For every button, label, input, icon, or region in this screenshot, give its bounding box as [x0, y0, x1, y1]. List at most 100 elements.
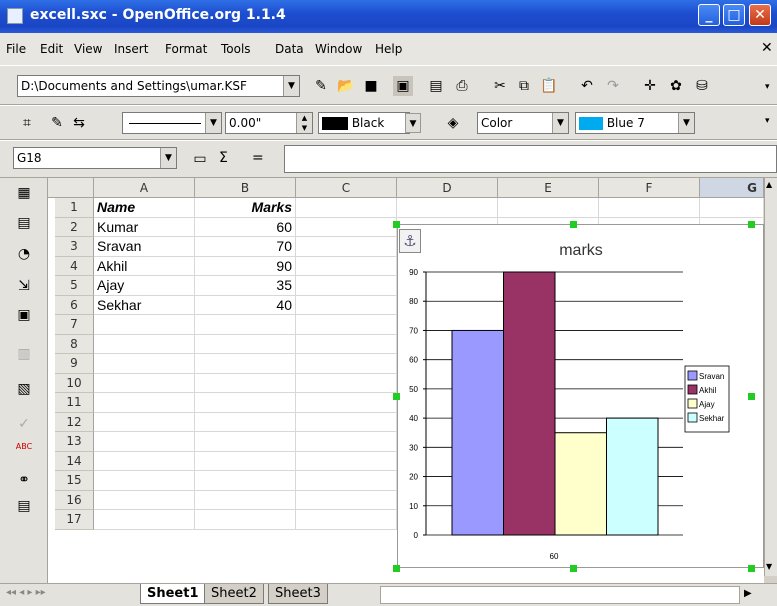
chevron-down-icon[interactable]: ▼: [405, 113, 421, 133]
table-cell[interactable]: [195, 432, 296, 452]
chevron-down-icon[interactable]: ▼: [205, 113, 221, 133]
table-cell[interactable]: [296, 315, 397, 335]
cut-icon[interactable]: ✂: [490, 76, 510, 96]
row-header[interactable]: 11: [55, 393, 94, 413]
resize-handle[interactable]: [393, 565, 400, 572]
vertical-scrollbar[interactable]: ▲ ▼: [764, 178, 777, 576]
table-cell[interactable]: Akhil: [94, 256, 195, 276]
column-header[interactable]: A: [94, 178, 195, 198]
chevron-down-icon[interactable]: ▼: [283, 76, 299, 96]
table-cell[interactable]: [94, 510, 195, 530]
menu-window[interactable]: Window: [315, 42, 362, 56]
print-icon[interactable]: ⎙: [452, 76, 472, 96]
resize-handle[interactable]: [393, 393, 400, 400]
arrow-style-icon[interactable]: ⇆: [69, 113, 89, 133]
data-labels-icon[interactable]: ▣: [14, 307, 34, 327]
column-header[interactable]: B: [195, 178, 296, 198]
sum-icon[interactable]: Σ: [219, 150, 228, 166]
table-cell[interactable]: Sekhar: [94, 295, 195, 315]
chevron-down-icon[interactable]: ▼: [160, 148, 176, 168]
row-header[interactable]: 15: [55, 471, 94, 491]
menu-data[interactable]: Data: [275, 42, 304, 56]
table-cell[interactable]: 40: [195, 295, 296, 315]
axes-icon[interactable]: ⇲: [14, 278, 34, 298]
path-combo[interactable]: D:\Documents and Settings\umar.KSF ▼: [17, 75, 300, 97]
table-cell[interactable]: [296, 256, 397, 276]
scroll-up-icon[interactable]: ▲: [766, 180, 772, 189]
maximize-button[interactable]: □: [723, 4, 745, 26]
row-header[interactable]: 2: [55, 217, 94, 237]
table-cell[interactable]: [195, 471, 296, 491]
row-header[interactable]: 3: [55, 237, 94, 257]
edit-mode-icon[interactable]: ▣: [393, 76, 413, 96]
row-header[interactable]: 16: [55, 490, 94, 510]
line-width-field[interactable]: 0.00" ▲ ▼: [225, 112, 313, 134]
insert-legend-icon[interactable]: ▤: [14, 215, 34, 235]
table-cell[interactable]: [195, 451, 296, 471]
menu-file[interactable]: File: [6, 42, 26, 56]
table-cell[interactable]: [195, 393, 296, 413]
column-header[interactable]: E: [498, 178, 599, 198]
scroll-down-icon[interactable]: ▼: [766, 562, 772, 571]
column-header[interactable]: G: [700, 178, 764, 198]
name-box[interactable]: G18 ▼: [13, 147, 177, 169]
tab-sheet1[interactable]: Sheet1: [140, 584, 206, 604]
horizontal-scrollbar[interactable]: [380, 586, 740, 604]
chart-object[interactable]: marks 0 10 20 30 40 50 60 70 80 90 60 Sravan Akhil Aja…: [397, 224, 764, 568]
table-cell[interactable]: [296, 217, 397, 237]
column-header[interactable]: F: [599, 178, 700, 198]
select-all[interactable]: [48, 178, 94, 198]
row-header[interactable]: 4: [55, 256, 94, 276]
table-cell[interactable]: [94, 315, 195, 335]
table-cell[interactable]: [296, 237, 397, 257]
table-cell[interactable]: [195, 334, 296, 354]
table-cell[interactable]: [195, 315, 296, 335]
column-header[interactable]: C: [296, 178, 397, 198]
table-cell[interactable]: [94, 412, 195, 432]
table-cell[interactable]: Sravan: [94, 237, 195, 257]
table-cell[interactable]: [94, 471, 195, 491]
table-cell[interactable]: 35: [195, 276, 296, 296]
resize-handle[interactable]: [570, 221, 577, 228]
resize-handle[interactable]: [570, 565, 577, 572]
table-cell[interactable]: [94, 490, 195, 510]
table-cell[interactable]: [296, 471, 397, 491]
table-cell[interactable]: [296, 432, 397, 452]
insert-title-icon[interactable]: ▦: [14, 185, 34, 205]
close-document-icon[interactable]: ✕: [761, 40, 773, 56]
menu-help[interactable]: Help: [375, 42, 402, 56]
resize-handle[interactable]: [748, 221, 755, 228]
table-cell[interactable]: [599, 198, 700, 218]
table-cell[interactable]: [700, 198, 764, 218]
gallery-icon[interactable]: ✿: [666, 76, 686, 96]
undo-icon[interactable]: ↶: [577, 76, 597, 96]
save-icon[interactable]: ■: [361, 76, 381, 96]
grid-icon[interactable]: ▤: [14, 498, 34, 518]
fill-type-select[interactable]: Color ▼: [477, 112, 569, 134]
table-cell[interactable]: [296, 334, 397, 354]
line-style-icon[interactable]: ✎: [47, 113, 67, 133]
anchor-icon[interactable]: ⚓: [399, 229, 421, 253]
row-header[interactable]: 17: [55, 510, 94, 530]
line-style-select[interactable]: ▼: [122, 112, 222, 134]
table-cell[interactable]: Marks: [195, 198, 296, 218]
table-cell[interactable]: Name: [94, 198, 195, 218]
table-cell[interactable]: 60: [195, 217, 296, 237]
row-header[interactable]: 5: [55, 276, 94, 296]
table-cell[interactable]: [296, 198, 397, 218]
close-button[interactable]: ✕: [749, 4, 771, 26]
table-cell[interactable]: [195, 412, 296, 432]
table-cell[interactable]: [94, 334, 195, 354]
table-cell[interactable]: [195, 354, 296, 374]
data-sources-icon[interactable]: ⛁: [692, 76, 712, 96]
menu-insert[interactable]: Insert: [114, 42, 148, 56]
spin-icon[interactable]: ▲ ▼: [296, 113, 312, 133]
line-color-select[interactable]: Black: [318, 112, 410, 134]
row-header[interactable]: 7: [55, 315, 94, 335]
open-icon[interactable]: 📂: [336, 76, 356, 96]
paste-icon[interactable]: 📋: [539, 76, 559, 96]
table-cell[interactable]: [296, 510, 397, 530]
row-header[interactable]: 9: [55, 354, 94, 374]
toolbar-overflow-icon[interactable]: ▾: [765, 116, 770, 126]
table-cell[interactable]: [94, 432, 195, 452]
